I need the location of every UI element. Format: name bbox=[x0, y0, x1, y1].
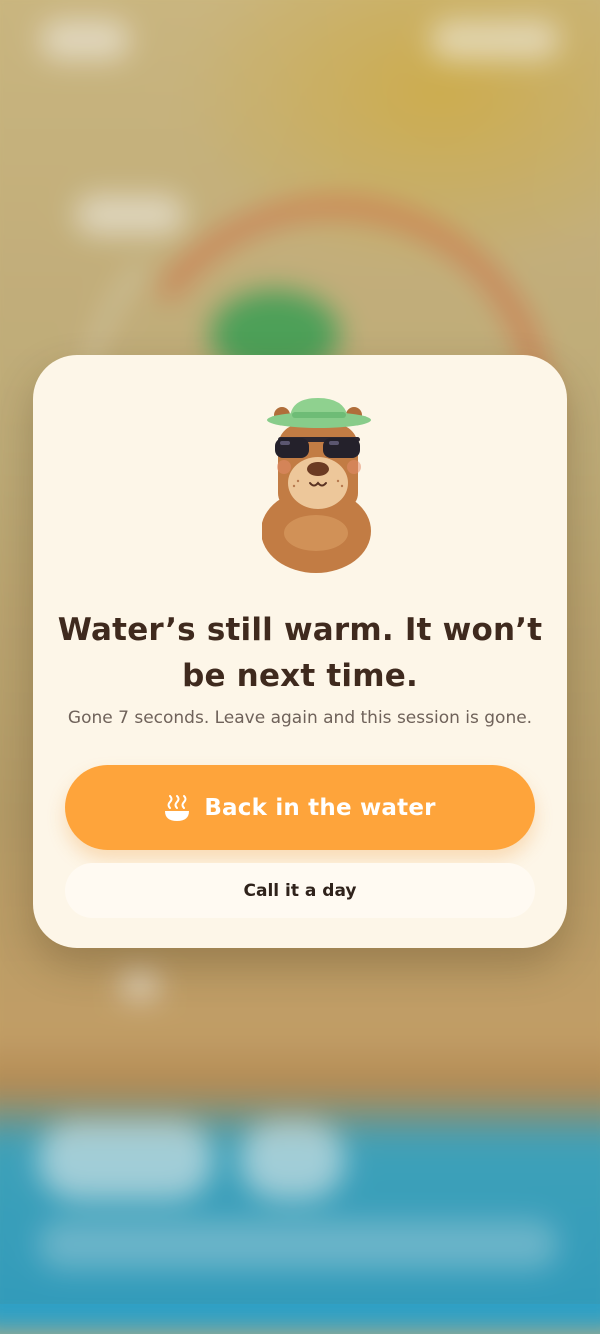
call-it-a-day-label: Call it a day bbox=[243, 880, 357, 901]
back-in-the-water-label: Back in the water bbox=[204, 794, 436, 821]
hot-spring-icon bbox=[165, 794, 190, 821]
back-in-the-water-button[interactable]: Back in the water bbox=[65, 765, 535, 850]
call-it-a-day-button[interactable]: Call it a day bbox=[65, 863, 535, 918]
modal-headline: Water’s still warm. It won’t be next tim… bbox=[57, 612, 543, 694]
modal-subtext: Gone 7 seconds. Leave again and this ses… bbox=[67, 708, 533, 728]
bear-with-hat-and-sunglasses-icon bbox=[262, 398, 371, 573]
session-interrupt-modal: Water’s still warm. It won’t be next tim… bbox=[33, 355, 567, 948]
